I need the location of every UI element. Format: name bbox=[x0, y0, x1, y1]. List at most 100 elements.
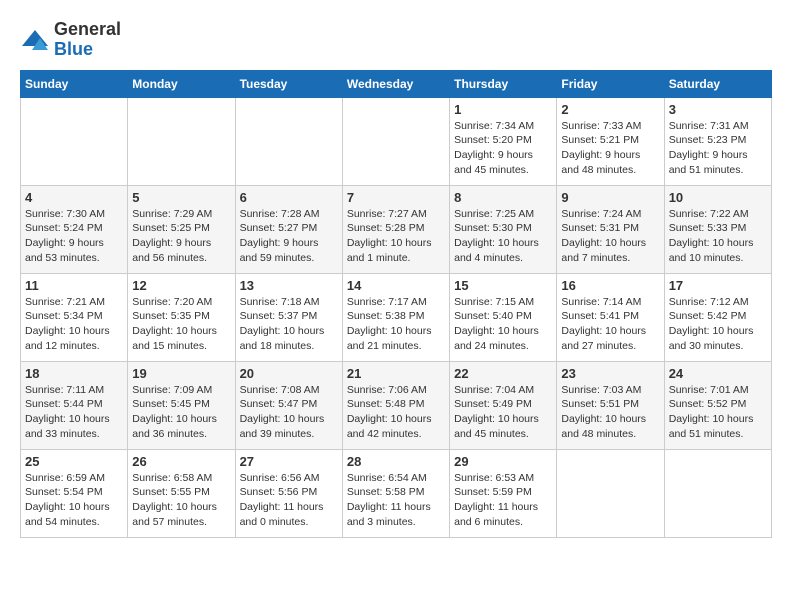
day-info: Sunrise: 7:21 AM Sunset: 5:34 PM Dayligh… bbox=[25, 295, 123, 354]
calendar-cell bbox=[664, 449, 771, 537]
calendar-cell: 1 Sunrise: 7:34 AM Sunset: 5:20 PM Daylig… bbox=[450, 97, 557, 185]
day-number: 6 bbox=[240, 190, 338, 205]
day-number: 29 bbox=[454, 454, 552, 469]
calendar-week-row: 4 Sunrise: 7:30 AM Sunset: 5:24 PM Daylig… bbox=[21, 185, 772, 273]
calendar-cell bbox=[21, 97, 128, 185]
day-info: Sunrise: 7:24 AM Sunset: 5:31 PM Dayligh… bbox=[561, 207, 659, 266]
calendar-cell: 26 Sunrise: 6:58 AM Sunset: 5:55 PM Dayli… bbox=[128, 449, 235, 537]
calendar-cell: 22 Sunrise: 7:04 AM Sunset: 5:49 PM Dayli… bbox=[450, 361, 557, 449]
day-number: 7 bbox=[347, 190, 445, 205]
day-info: Sunrise: 7:25 AM Sunset: 5:30 PM Dayligh… bbox=[454, 207, 552, 266]
calendar-cell: 23 Sunrise: 7:03 AM Sunset: 5:51 PM Dayli… bbox=[557, 361, 664, 449]
calendar-table: SundayMondayTuesdayWednesdayThursdayFrid… bbox=[20, 70, 772, 538]
day-info: Sunrise: 7:20 AM Sunset: 5:35 PM Dayligh… bbox=[132, 295, 230, 354]
calendar-cell: 16 Sunrise: 7:14 AM Sunset: 5:41 PM Dayli… bbox=[557, 273, 664, 361]
calendar-cell: 20 Sunrise: 7:08 AM Sunset: 5:47 PM Dayli… bbox=[235, 361, 342, 449]
day-number: 9 bbox=[561, 190, 659, 205]
day-number: 26 bbox=[132, 454, 230, 469]
calendar-cell: 11 Sunrise: 7:21 AM Sunset: 5:34 PM Dayli… bbox=[21, 273, 128, 361]
day-info: Sunrise: 7:17 AM Sunset: 5:38 PM Dayligh… bbox=[347, 295, 445, 354]
day-info: Sunrise: 7:04 AM Sunset: 5:49 PM Dayligh… bbox=[454, 383, 552, 442]
day-number: 10 bbox=[669, 190, 767, 205]
day-info: Sunrise: 7:31 AM Sunset: 5:23 PM Dayligh… bbox=[669, 119, 767, 178]
day-info: Sunrise: 7:30 AM Sunset: 5:24 PM Dayligh… bbox=[25, 207, 123, 266]
day-info: Sunrise: 7:06 AM Sunset: 5:48 PM Dayligh… bbox=[347, 383, 445, 442]
day-info: Sunrise: 7:03 AM Sunset: 5:51 PM Dayligh… bbox=[561, 383, 659, 442]
calendar-week-row: 18 Sunrise: 7:11 AM Sunset: 5:44 PM Dayli… bbox=[21, 361, 772, 449]
calendar-cell: 29 Sunrise: 6:53 AM Sunset: 5:59 PM Dayli… bbox=[450, 449, 557, 537]
day-number: 11 bbox=[25, 278, 123, 293]
calendar-cell: 12 Sunrise: 7:20 AM Sunset: 5:35 PM Dayli… bbox=[128, 273, 235, 361]
day-info: Sunrise: 7:12 AM Sunset: 5:42 PM Dayligh… bbox=[669, 295, 767, 354]
day-number: 20 bbox=[240, 366, 338, 381]
weekday-header-friday: Friday bbox=[557, 70, 664, 97]
logo: General Blue bbox=[20, 20, 121, 60]
calendar-cell: 2 Sunrise: 7:33 AM Sunset: 5:21 PM Daylig… bbox=[557, 97, 664, 185]
day-info: Sunrise: 6:58 AM Sunset: 5:55 PM Dayligh… bbox=[132, 471, 230, 530]
calendar-cell: 5Sunrise: 7:29 AM Sunset: 5:25 PM Daylig… bbox=[128, 185, 235, 273]
day-number: 3 bbox=[669, 102, 767, 117]
day-info: Sunrise: 7:08 AM Sunset: 5:47 PM Dayligh… bbox=[240, 383, 338, 442]
weekday-header-sunday: Sunday bbox=[21, 70, 128, 97]
weekday-header-wednesday: Wednesday bbox=[342, 70, 449, 97]
day-number: 18 bbox=[25, 366, 123, 381]
day-info: Sunrise: 7:27 AM Sunset: 5:28 PM Dayligh… bbox=[347, 207, 445, 266]
day-number: 22 bbox=[454, 366, 552, 381]
calendar-cell: 18 Sunrise: 7:11 AM Sunset: 5:44 PM Dayli… bbox=[21, 361, 128, 449]
weekday-header-thursday: Thursday bbox=[450, 70, 557, 97]
weekday-header-saturday: Saturday bbox=[664, 70, 771, 97]
day-number: 24 bbox=[669, 366, 767, 381]
day-number: 1 bbox=[454, 102, 552, 117]
calendar-cell bbox=[342, 97, 449, 185]
day-number: 16 bbox=[561, 278, 659, 293]
calendar-cell: 13 Sunrise: 7:18 AM Sunset: 5:37 PM Dayli… bbox=[235, 273, 342, 361]
calendar-week-row: 11 Sunrise: 7:21 AM Sunset: 5:34 PM Dayli… bbox=[21, 273, 772, 361]
calendar-cell: 7 Sunrise: 7:27 AM Sunset: 5:28 PM Daylig… bbox=[342, 185, 449, 273]
calendar-cell: 28Sunrise: 6:54 AM Sunset: 5:58 PM Dayli… bbox=[342, 449, 449, 537]
calendar-cell: 24 Sunrise: 7:01 AM Sunset: 5:52 PM Dayli… bbox=[664, 361, 771, 449]
header-section: General Blue bbox=[20, 20, 772, 60]
day-info: Sunrise: 6:56 AM Sunset: 5:56 PM Dayligh… bbox=[240, 471, 338, 530]
day-info: Sunrise: 7:22 AM Sunset: 5:33 PM Dayligh… bbox=[669, 207, 767, 266]
day-info: Sunrise: 7:01 AM Sunset: 5:52 PM Dayligh… bbox=[669, 383, 767, 442]
day-info: Sunrise: 7:33 AM Sunset: 5:21 PM Dayligh… bbox=[561, 119, 659, 178]
calendar-week-row: 1 Sunrise: 7:34 AM Sunset: 5:20 PM Daylig… bbox=[21, 97, 772, 185]
day-info: Sunrise: 7:15 AM Sunset: 5:40 PM Dayligh… bbox=[454, 295, 552, 354]
day-number: 13 bbox=[240, 278, 338, 293]
calendar-cell: 8Sunrise: 7:25 AM Sunset: 5:30 PM Daylig… bbox=[450, 185, 557, 273]
day-number: 23 bbox=[561, 366, 659, 381]
logo-text: General Blue bbox=[54, 20, 121, 60]
calendar-cell: 14 Sunrise: 7:17 AM Sunset: 5:38 PM Dayli… bbox=[342, 273, 449, 361]
day-number: 27 bbox=[240, 454, 338, 469]
calendar-cell: 27 Sunrise: 6:56 AM Sunset: 5:56 PM Dayli… bbox=[235, 449, 342, 537]
calendar-cell bbox=[128, 97, 235, 185]
day-number: 14 bbox=[347, 278, 445, 293]
day-number: 15 bbox=[454, 278, 552, 293]
day-number: 12 bbox=[132, 278, 230, 293]
day-info: Sunrise: 7:18 AM Sunset: 5:37 PM Dayligh… bbox=[240, 295, 338, 354]
day-info: Sunrise: 7:11 AM Sunset: 5:44 PM Dayligh… bbox=[25, 383, 123, 442]
calendar-cell: 15 Sunrise: 7:15 AM Sunset: 5:40 PM Dayli… bbox=[450, 273, 557, 361]
day-info: Sunrise: 6:53 AM Sunset: 5:59 PM Dayligh… bbox=[454, 471, 552, 530]
calendar-week-row: 25Sunrise: 6:59 AM Sunset: 5:54 PM Dayli… bbox=[21, 449, 772, 537]
calendar-cell bbox=[235, 97, 342, 185]
day-number: 17 bbox=[669, 278, 767, 293]
day-number: 5 bbox=[132, 190, 230, 205]
day-info: Sunrise: 7:09 AM Sunset: 5:45 PM Dayligh… bbox=[132, 383, 230, 442]
day-info: Sunrise: 6:54 AM Sunset: 5:58 PM Dayligh… bbox=[347, 471, 445, 530]
calendar-cell: 10 Sunrise: 7:22 AM Sunset: 5:33 PM Dayli… bbox=[664, 185, 771, 273]
day-number: 19 bbox=[132, 366, 230, 381]
weekday-header-row: SundayMondayTuesdayWednesdayThursdayFrid… bbox=[21, 70, 772, 97]
day-info: Sunrise: 7:28 AM Sunset: 5:27 PM Dayligh… bbox=[240, 207, 338, 266]
weekday-header-monday: Monday bbox=[128, 70, 235, 97]
day-number: 2 bbox=[561, 102, 659, 117]
calendar-cell: 9 Sunrise: 7:24 AM Sunset: 5:31 PM Daylig… bbox=[557, 185, 664, 273]
calendar-cell: 25Sunrise: 6:59 AM Sunset: 5:54 PM Dayli… bbox=[21, 449, 128, 537]
day-info: Sunrise: 6:59 AM Sunset: 5:54 PM Dayligh… bbox=[25, 471, 123, 530]
day-number: 4 bbox=[25, 190, 123, 205]
day-info: Sunrise: 7:34 AM Sunset: 5:20 PM Dayligh… bbox=[454, 119, 552, 178]
calendar-cell: 6 Sunrise: 7:28 AM Sunset: 5:27 PM Daylig… bbox=[235, 185, 342, 273]
day-number: 21 bbox=[347, 366, 445, 381]
calendar-cell bbox=[557, 449, 664, 537]
day-info: Sunrise: 7:14 AM Sunset: 5:41 PM Dayligh… bbox=[561, 295, 659, 354]
